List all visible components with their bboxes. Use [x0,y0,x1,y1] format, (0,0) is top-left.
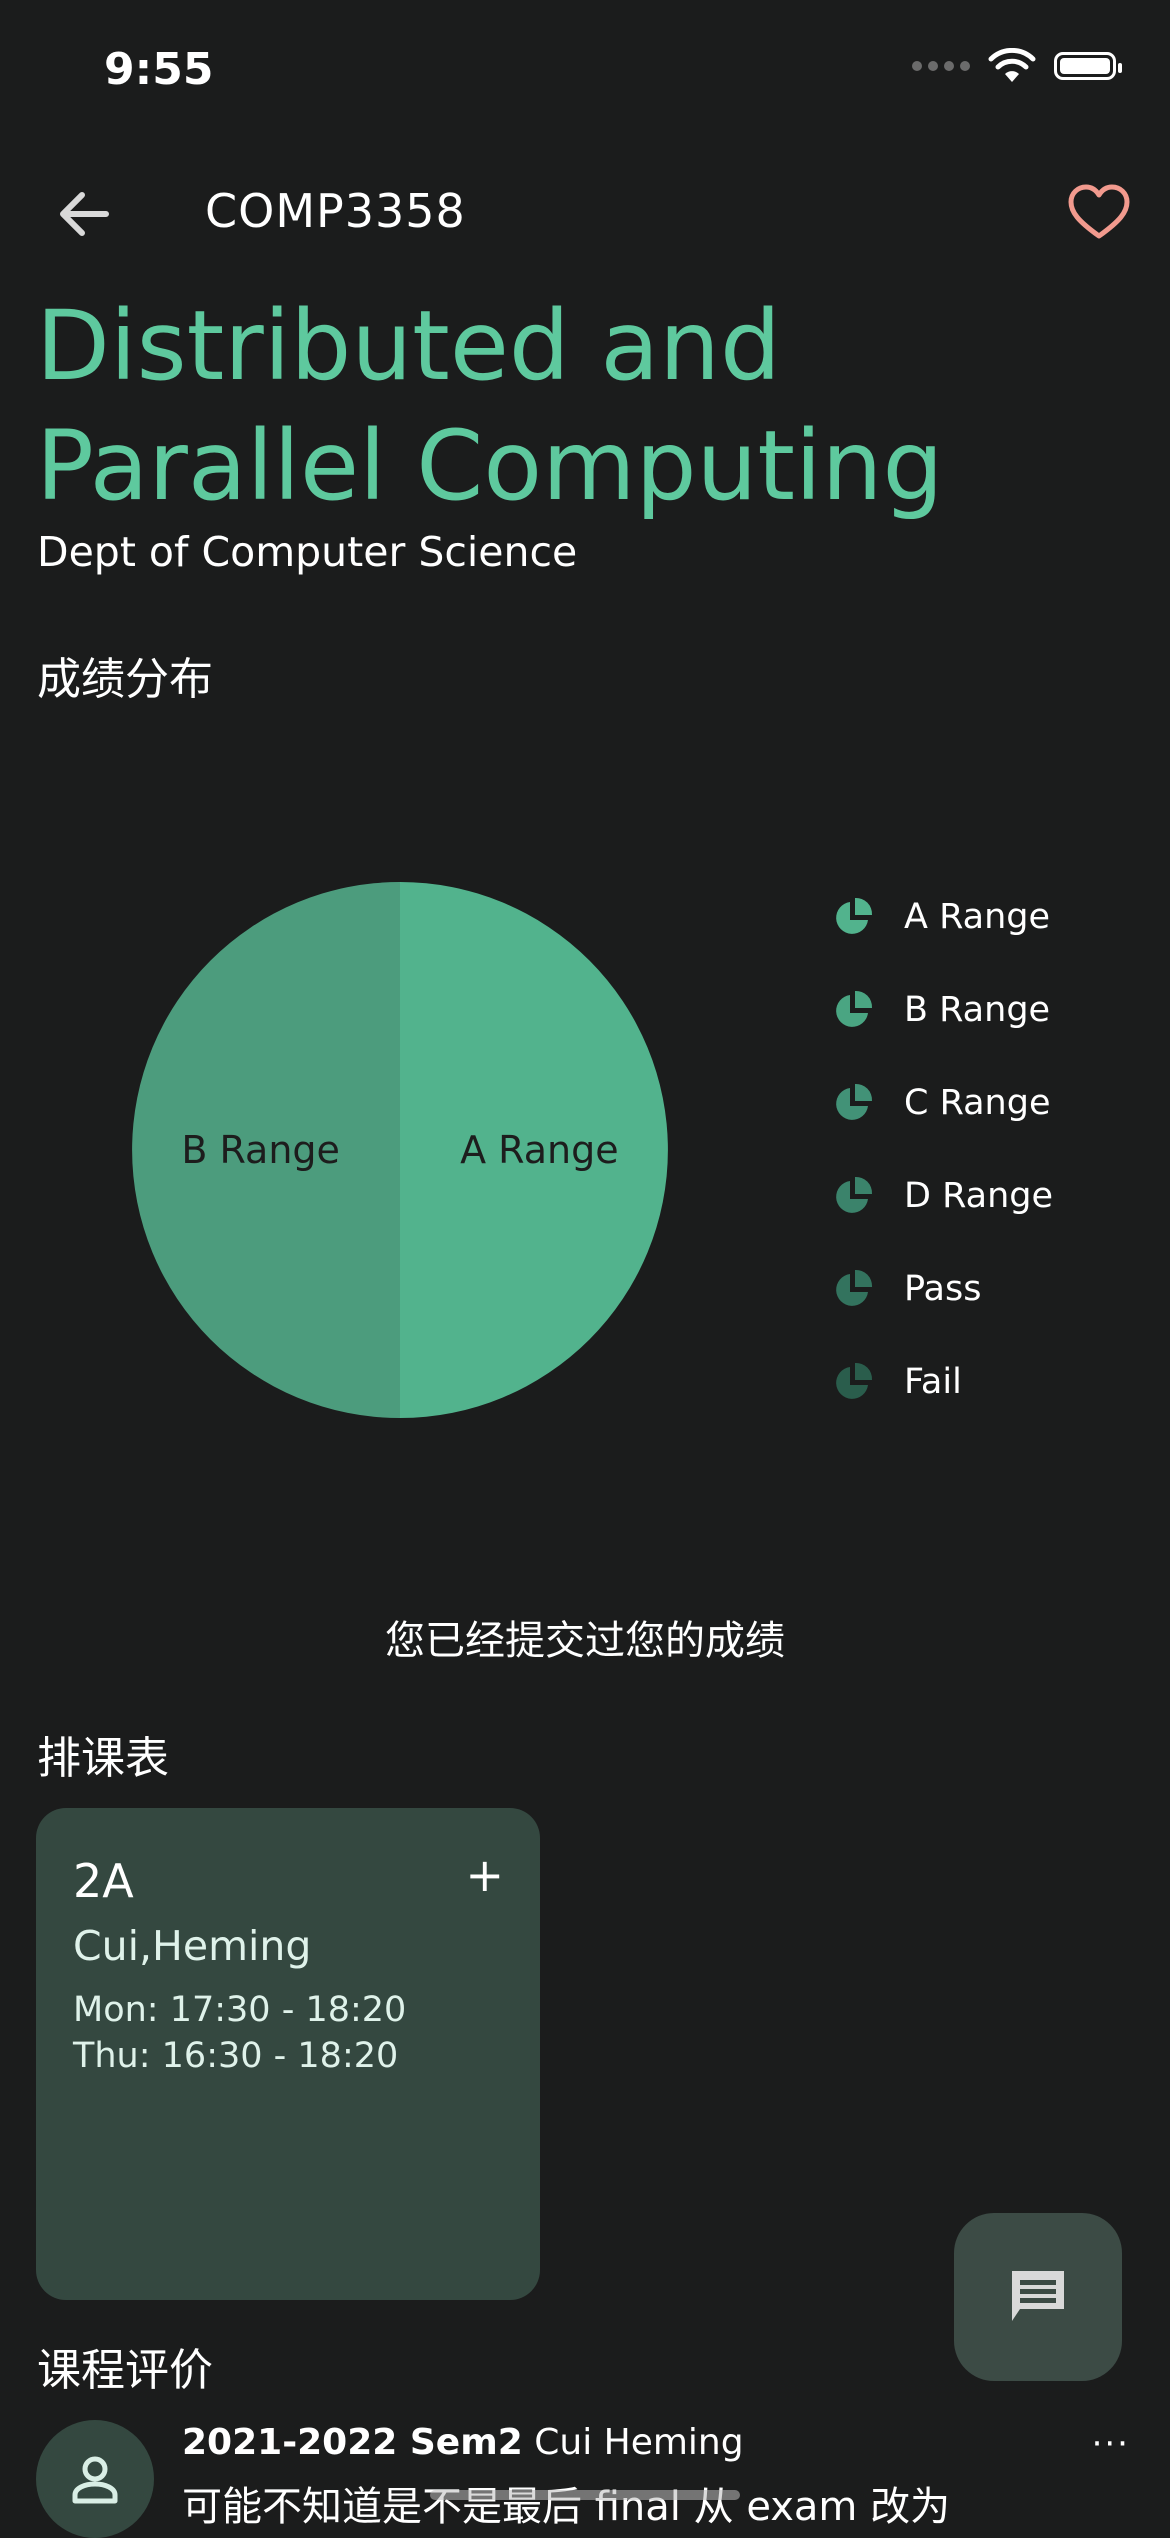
person-icon [72,2456,118,2504]
add-icon[interactable]: + [465,1848,504,1902]
grade-submitted-message: 您已经提交过您的成绩 [385,1618,785,1664]
pie-chart-icon [836,1176,873,1213]
department-name: Dept of Computer Science [37,528,578,576]
wifi-icon [988,48,1036,82]
legend-label: Pass [904,1268,982,1309]
legend-item: Pass [832,1242,1053,1335]
legend-item: B Range [832,963,1053,1056]
signal-icon [912,61,970,71]
avatar [36,2420,154,2538]
message-icon [1012,2271,1064,2321]
status-time: 9:55 [104,44,214,95]
legend-label: C Range [904,1082,1051,1123]
home-indicator [430,2490,740,2500]
pie-chart-icon [836,1083,873,1120]
legend-label: A Range [904,896,1050,937]
legend-label: D Range [904,1175,1054,1216]
pie-chart-icon [836,897,873,934]
grades-section-title: 成绩分布 [37,654,213,705]
pie-slice-label: A Range [460,1128,619,1172]
legend-item: Fail [832,1335,1053,1428]
review-instructor: Cui Heming [534,2422,744,2463]
chat-fab-button[interactable] [954,2213,1122,2381]
review-header: 2021-2022 Sem2 Cui Heming [182,2422,744,2463]
course-title: Distributed and Parallel Computing [36,290,944,522]
favorite-heart-icon[interactable] [1066,180,1132,246]
time-slot: Thu: 16:30 - 18:20 [73,2036,399,2076]
review-term: 2021-2022 Sem2 [182,2422,523,2463]
grade-pie-chart: A Range B Range [132,882,668,1418]
section-code: 2A [73,1854,134,1908]
pie-slice-label: B Range [181,1128,340,1172]
legend-item: D Range [832,1149,1053,1242]
legend-label: Fail [904,1361,962,1402]
legend-item: A Range [832,870,1053,963]
pie-chart-icon [836,1269,873,1306]
battery-icon [1054,52,1122,80]
reviews-section-title: 课程评价 [37,2345,213,2396]
schedule-card[interactable]: 2A + Cui,Heming Mon: 17:30 - 18:20 Thu: … [36,1808,540,2300]
pie-chart-icon [836,1362,873,1399]
status-icons [912,48,1122,84]
more-options-button[interactable]: ··· [1092,2424,1130,2464]
pie-chart-icon [836,990,873,1027]
time-slot: Mon: 17:30 - 18:20 [73,1990,407,2030]
instructor-name: Cui,Heming [73,1922,312,1970]
legend-label: B Range [904,989,1051,1030]
legend-item: C Range [832,1056,1053,1149]
schedule-section-title: 排课表 [37,1733,169,1784]
pie-legend: A Range B Range C Range D Range Pass Fai… [832,870,1053,1428]
review-text: 可能不知道是不是最后 final 从 exam 改为 [182,2484,951,2530]
course-code: COMP3358 [205,184,466,238]
back-arrow-icon[interactable] [54,184,114,244]
